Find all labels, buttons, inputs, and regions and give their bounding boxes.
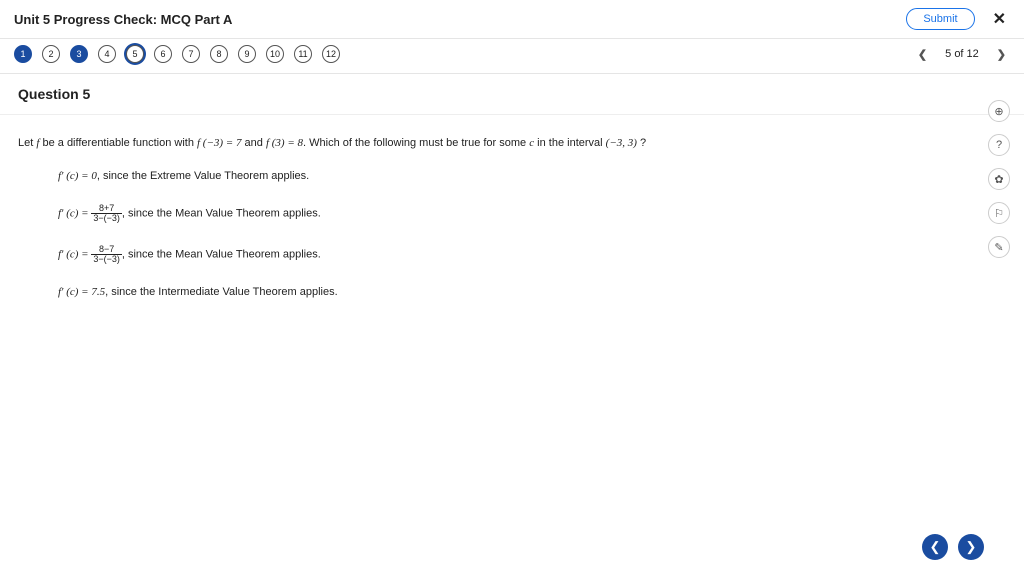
question-nav-5[interactable]: 5 xyxy=(126,45,144,63)
question-nav-11[interactable]: 11 xyxy=(294,45,312,63)
submit-button[interactable]: Submit xyxy=(906,8,974,30)
question-nav-4[interactable]: 4 xyxy=(98,45,116,63)
question-nav-2[interactable]: 2 xyxy=(42,45,60,63)
question-prompt: Let f be a differentiable function with … xyxy=(18,135,1006,152)
bottom-prev-button[interactable]: ❮ xyxy=(922,534,948,560)
option-b[interactable]: f′ (c) = 8+73−(−3), since the Mean Value… xyxy=(58,204,1006,223)
question-nav-1[interactable]: 1 xyxy=(14,45,32,63)
bottom-next-button[interactable]: ❯ xyxy=(958,534,984,560)
nav-prev-button[interactable]: ❮ xyxy=(914,48,931,61)
question-nav-7[interactable]: 7 xyxy=(182,45,200,63)
close-icon[interactable]: ✕ xyxy=(989,9,1010,29)
zoom-icon[interactable]: ⊕ xyxy=(988,100,1010,122)
pen-icon[interactable]: ✎ xyxy=(988,236,1010,258)
flag-icon[interactable]: ⚐ xyxy=(988,202,1010,224)
help-icon[interactable]: ? xyxy=(988,134,1010,156)
option-d[interactable]: f′ (c) = 7.5, since the Intermediate Val… xyxy=(58,286,1006,298)
question-nav-8[interactable]: 8 xyxy=(210,45,228,63)
nav-position: 5 of 12 xyxy=(945,48,979,60)
question-nav: 123456789101112 xyxy=(14,45,340,63)
option-c[interactable]: f′ (c) = 8−73−(−3), since the Mean Value… xyxy=(58,245,1006,264)
page-title: Unit 5 Progress Check: MCQ Part A xyxy=(14,12,232,27)
question-nav-3[interactable]: 3 xyxy=(70,45,88,63)
nav-next-button[interactable]: ❯ xyxy=(993,48,1010,61)
gear-icon[interactable]: ✿ xyxy=(988,168,1010,190)
question-heading: Question 5 xyxy=(0,74,1024,115)
question-nav-10[interactable]: 10 xyxy=(266,45,284,63)
option-a[interactable]: f′ (c) = 0, since the Extreme Value Theo… xyxy=(58,170,1006,182)
question-nav-6[interactable]: 6 xyxy=(154,45,172,63)
question-nav-9[interactable]: 9 xyxy=(238,45,256,63)
question-nav-12[interactable]: 12 xyxy=(322,45,340,63)
